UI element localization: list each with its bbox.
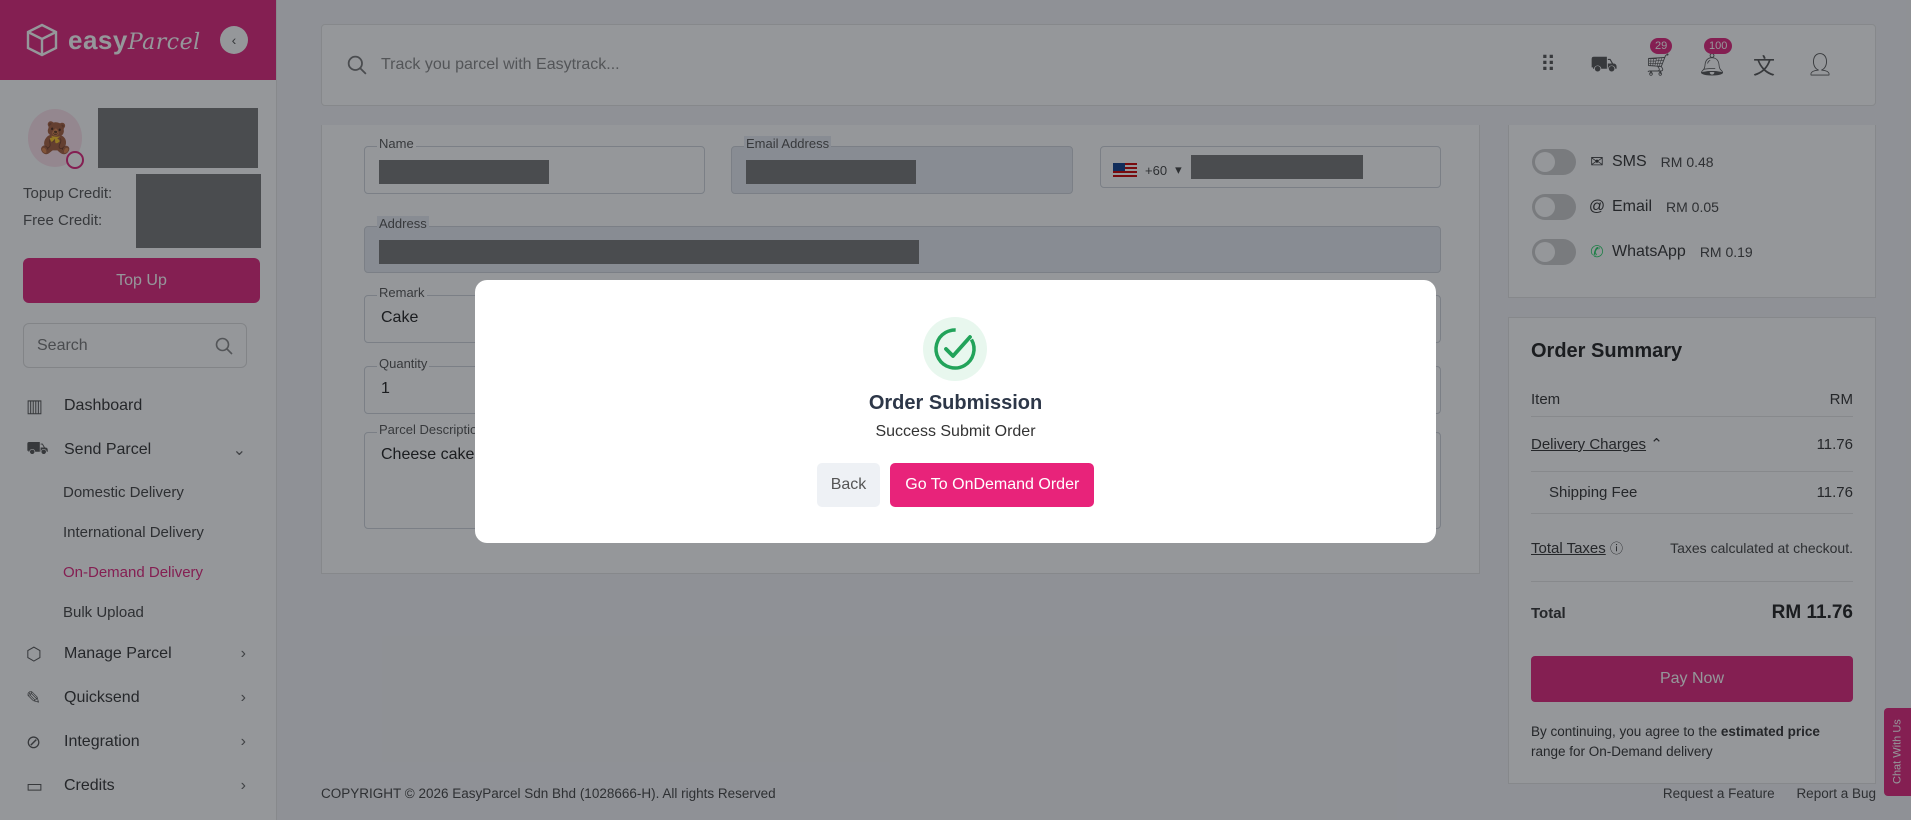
dialog-message: Success Submit Order <box>875 423 1036 440</box>
go-to-ondemand-order-button[interactable]: Go To OnDemand Order <box>890 463 1095 507</box>
dialog-title: Order Submission <box>868 392 1043 414</box>
success-badge <box>923 317 987 381</box>
back-button[interactable]: Back <box>816 463 881 507</box>
check-circle-icon <box>934 328 976 370</box>
order-submission-dialog: Order Submission Success Submit Order Ba… <box>475 280 1436 543</box>
dialog-actions: Back Go To OnDemand Order <box>475 463 1436 507</box>
